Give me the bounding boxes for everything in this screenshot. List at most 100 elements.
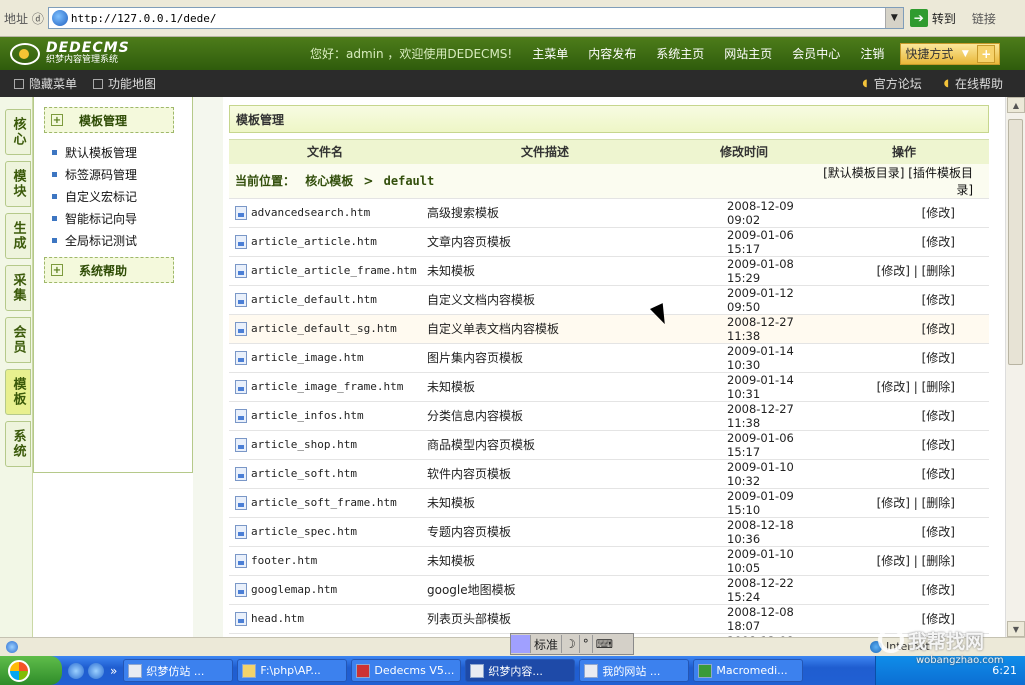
cell-actions[interactable]: [修改]: [819, 430, 989, 460]
nav-main-menu[interactable]: 主菜单: [522, 45, 578, 62]
vertical-scrollbar[interactable]: ▲ ▼: [1005, 97, 1025, 637]
url-text[interactable]: http://127.0.0.1/dede/: [71, 12, 217, 25]
cell-actions[interactable]: [修改] | [删除]: [819, 488, 989, 518]
cell-actions[interactable]: [修改]: [819, 343, 989, 373]
cell-actions[interactable]: [修改]: [819, 227, 989, 257]
cell-actions[interactable]: [修改]: [819, 314, 989, 344]
breadcrumb-separator: >: [363, 174, 374, 188]
online-help-link[interactable]: ◖ 在线帮助: [944, 75, 1003, 92]
nav-member-center[interactable]: 会员中心: [782, 45, 850, 62]
cell-actions[interactable]: [修改]: [819, 517, 989, 547]
quick-launch-more-icon[interactable]: »: [110, 664, 117, 678]
cell-filename[interactable]: footer.htm: [229, 546, 421, 576]
ime-moon-icon[interactable]: ☽: [562, 635, 580, 653]
scroll-thumb[interactable]: [1008, 119, 1023, 365]
cell-filename[interactable]: article_article.htm: [229, 227, 421, 257]
cell-filename[interactable]: article_default.htm: [229, 285, 421, 315]
filename-text[interactable]: googlemap.htm: [251, 583, 337, 596]
cell-filename[interactable]: article_shop.htm: [229, 430, 421, 460]
cell-actions[interactable]: [修改] | [删除]: [819, 256, 989, 286]
task-button[interactable]: F:\php\AP...: [237, 659, 348, 682]
vtab-core[interactable]: 核心: [5, 109, 31, 155]
cell-filename[interactable]: googlemap.htm: [229, 575, 421, 605]
menu-group-template-manage[interactable]: + 模板管理: [44, 107, 174, 133]
cell-filename[interactable]: article_soft_frame.htm: [229, 488, 421, 518]
menu-item-tag-source[interactable]: 标签源码管理: [52, 163, 192, 185]
breadcrumb-root[interactable]: 核心模板: [305, 174, 353, 188]
filename-text[interactable]: article_image.htm: [251, 351, 364, 364]
task-button[interactable]: Macromedi...: [693, 659, 804, 682]
filename-text[interactable]: article_article_frame.htm: [251, 264, 417, 277]
menu-item-smart-tag-wizard[interactable]: 智能标记向导: [52, 207, 192, 229]
add-shortcut-button[interactable]: +: [977, 44, 996, 63]
scroll-up-icon[interactable]: ▲: [1007, 97, 1025, 113]
filename-text[interactable]: footer.htm: [251, 554, 317, 567]
cell-actions[interactable]: [修改]: [819, 285, 989, 315]
filename-text[interactable]: article_infos.htm: [251, 409, 364, 422]
task-button[interactable]: 我的网站 ...: [579, 659, 690, 682]
cell-filename[interactable]: article_image_frame.htm: [229, 372, 421, 402]
cell-actions[interactable]: [修改]: [819, 401, 989, 431]
task-button[interactable]: Dedecms V5...: [351, 659, 462, 682]
hide-menu-button[interactable]: 隐藏菜单: [14, 75, 77, 92]
filename-text[interactable]: advancedsearch.htm: [251, 206, 370, 219]
filename-text[interactable]: article_soft_frame.htm: [251, 496, 397, 509]
cell-actions[interactable]: [修改]: [819, 198, 989, 228]
ime-toolbar[interactable]: 标准 ☽ ° ⌨: [510, 633, 634, 655]
cell-actions[interactable]: [修改] | [删除]: [819, 372, 989, 402]
task-button-active[interactable]: 织梦内容...: [465, 659, 576, 682]
menu-item-custom-macro[interactable]: 自定义宏标记: [52, 185, 192, 207]
ime-keyboard-icon[interactable]: ⌨: [593, 635, 616, 653]
vtab-templates[interactable]: 模板: [5, 369, 31, 415]
cell-filename[interactable]: head.htm: [229, 604, 421, 634]
cell-filename[interactable]: advancedsearch.htm: [229, 198, 421, 228]
official-forum-link[interactable]: ◖ 官方论坛: [862, 75, 921, 92]
vtab-modules[interactable]: 模块: [5, 161, 31, 207]
links-button[interactable]: 链接: [972, 10, 996, 27]
frame-splitter[interactable]: [193, 97, 223, 637]
go-button[interactable]: ➔ 转到: [909, 9, 956, 27]
ie-launch-icon[interactable]: [68, 662, 84, 679]
cell-filename[interactable]: article_spec.htm: [229, 517, 421, 547]
menu-group-system-help[interactable]: + 系统帮助: [44, 257, 174, 283]
function-map-button[interactable]: 功能地图: [93, 75, 156, 92]
menu-item-default-templates[interactable]: 默认模板管理: [52, 141, 192, 163]
vtab-members[interactable]: 会员: [5, 317, 31, 363]
filename-text[interactable]: article_image_frame.htm: [251, 380, 403, 393]
filename-text[interactable]: head.htm: [251, 612, 304, 625]
filename-text[interactable]: article_default_sg.htm: [251, 322, 397, 335]
cell-actions[interactable]: [修改]: [819, 459, 989, 489]
task-button[interactable]: 织梦仿站 ...: [123, 659, 234, 682]
nav-system-home[interactable]: 系统主页: [646, 45, 714, 62]
filename-text[interactable]: article_default.htm: [251, 293, 377, 306]
nav-logout[interactable]: 注销: [850, 45, 894, 62]
menu-group-label: 系统帮助: [79, 263, 128, 278]
filename-text[interactable]: article_soft.htm: [251, 467, 357, 480]
cell-filename[interactable]: article_infos.htm: [229, 401, 421, 431]
ie-launch-icon[interactable]: [88, 662, 104, 679]
url-field[interactable]: http://127.0.0.1/dede/ ▼: [47, 7, 904, 29]
template-dir-links[interactable]: [默认模板目录] [插件模板目录]: [819, 163, 989, 199]
cell-filename[interactable]: article_article_frame.htm: [229, 256, 421, 286]
start-button[interactable]: [0, 656, 62, 685]
nav-site-home[interactable]: 网站主页: [714, 45, 782, 62]
cell-filename[interactable]: article_soft.htm: [229, 459, 421, 489]
vtab-generate[interactable]: 生成: [5, 213, 31, 259]
quick-shortcut-dropdown[interactable]: 快捷方式 ▼ +: [900, 42, 1001, 65]
cell-actions[interactable]: [修改] | [删除]: [819, 546, 989, 576]
nav-content-publish[interactable]: 内容发布: [578, 45, 646, 62]
vtab-system[interactable]: 系统: [5, 421, 31, 467]
cell-actions[interactable]: [修改]: [819, 575, 989, 605]
filename-text[interactable]: article_shop.htm: [251, 438, 357, 451]
ie-status-icon: [6, 641, 18, 653]
ime-mode-standard[interactable]: 标准: [531, 635, 563, 653]
filename-text[interactable]: article_spec.htm: [251, 525, 357, 538]
cell-filename[interactable]: article_image.htm: [229, 343, 421, 373]
cell-modified-time: 2008-12-22 15:24: [669, 575, 819, 605]
menu-item-global-tag-test[interactable]: 全局标记测试: [52, 229, 192, 251]
vtab-collect[interactable]: 采集: [5, 265, 31, 311]
filename-text[interactable]: article_article.htm: [251, 235, 377, 248]
ime-punct-icon[interactable]: °: [580, 635, 593, 653]
cell-filename[interactable]: article_default_sg.htm: [229, 314, 421, 344]
chevron-down-icon[interactable]: ▼: [884, 8, 903, 28]
